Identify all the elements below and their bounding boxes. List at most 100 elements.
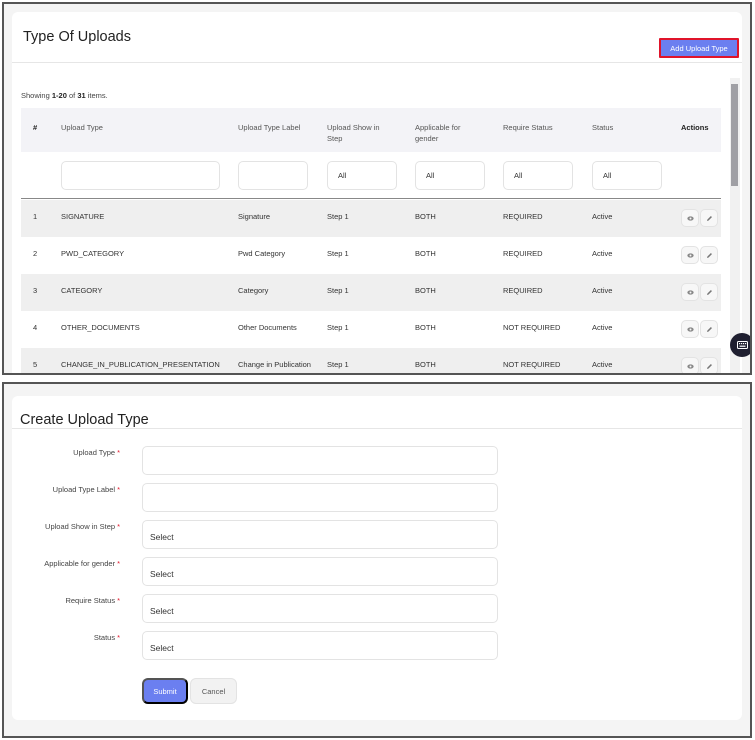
cell-label: Pwd Category bbox=[238, 249, 286, 258]
table-row: 5 CHANGE_IN_PUBLICATION_PRESENTATION Chang… bbox=[21, 348, 721, 373]
filter-upload-type-input[interactable] bbox=[61, 161, 220, 190]
label-text: Require Status bbox=[65, 596, 116, 605]
cell-step: Step 1 bbox=[327, 360, 349, 369]
edit-button[interactable] bbox=[700, 320, 718, 338]
edit-button[interactable] bbox=[700, 246, 718, 264]
page-title: Type Of Uploads bbox=[23, 29, 131, 45]
form-title: Create Upload Type bbox=[20, 412, 149, 428]
add-upload-type-button[interactable]: Add Upload Type bbox=[659, 38, 739, 58]
cell-step: Step 1 bbox=[327, 212, 349, 221]
required-marker: * bbox=[117, 596, 120, 605]
view-button[interactable] bbox=[681, 246, 699, 264]
summary-prefix: Showing bbox=[21, 91, 52, 100]
cell-upload-type: CHANGE_IN_PUBLICATION_PRESENTATION bbox=[61, 360, 220, 369]
upload-types-list-frame: Type Of Uploads Add Upload Type Showing … bbox=[2, 2, 752, 375]
view-button[interactable] bbox=[681, 357, 699, 373]
cell-num: 1 bbox=[33, 212, 38, 221]
column-header-number[interactable]: # bbox=[33, 122, 37, 133]
edit-button[interactable] bbox=[700, 283, 718, 301]
cell-label: Signature bbox=[238, 212, 271, 221]
required-marker: * bbox=[117, 633, 120, 642]
keyboard-shortcuts-button[interactable] bbox=[730, 333, 750, 357]
form-header-divider bbox=[12, 428, 742, 429]
cell-require: NOT REQUIRED bbox=[503, 360, 561, 369]
upload-type-label-label: Upload Type Label * bbox=[53, 485, 120, 494]
filter-upload-show-in-step-select[interactable]: All bbox=[327, 161, 397, 190]
cell-status: Active bbox=[592, 323, 613, 332]
table-row: 4 OTHER_DOCUMENTS Other Documents Step 1 BOT… bbox=[21, 311, 721, 348]
status-select[interactable]: Select bbox=[142, 631, 498, 660]
create-upload-type-card: Create Upload Type Upload Type * Upload T… bbox=[12, 396, 742, 720]
require-status-select[interactable]: Select bbox=[142, 594, 498, 623]
cell-status: Active bbox=[592, 249, 613, 258]
require-status-label: Require Status * bbox=[65, 596, 120, 605]
eye-icon bbox=[686, 252, 694, 258]
eye-icon bbox=[686, 289, 694, 295]
keyboard-icon bbox=[736, 341, 748, 349]
column-header-status[interactable]: Status bbox=[592, 122, 613, 133]
submit-button[interactable]: Submit bbox=[142, 678, 188, 704]
applicable-for-gender-select[interactable]: Select bbox=[142, 557, 498, 586]
cell-gender: BOTH bbox=[415, 212, 436, 221]
eye-icon bbox=[686, 363, 694, 369]
edit-button[interactable] bbox=[700, 357, 718, 373]
eye-icon bbox=[686, 215, 694, 221]
column-header-upload-type[interactable]: Upload Type bbox=[61, 122, 103, 133]
status-label: Status * bbox=[94, 633, 120, 642]
summary-suffix: items. bbox=[85, 91, 108, 100]
pencil-icon bbox=[706, 289, 712, 295]
pencil-icon bbox=[706, 252, 712, 258]
column-header-upload-show-in-step[interactable]: Upload Show in Step bbox=[327, 122, 387, 144]
table-row: 3 CATEGORY Category Step 1 BOTH REQUIRED Activ… bbox=[21, 274, 721, 311]
column-header-actions: Actions bbox=[681, 123, 709, 132]
table-row: 1 SIGNATURE Signature Step 1 BOTH REQUIRED Act… bbox=[21, 200, 721, 237]
filter-applicable-for-gender-select[interactable]: All bbox=[415, 161, 485, 190]
table-header: # Upload Type Upload Type Label Upload S… bbox=[21, 108, 721, 152]
cell-upload-type: OTHER_DOCUMENTS bbox=[61, 323, 140, 332]
required-marker: * bbox=[117, 448, 120, 457]
filter-upload-type-label-input[interactable] bbox=[238, 161, 308, 190]
cell-upload-type: SIGNATURE bbox=[61, 212, 105, 221]
cell-label: Category bbox=[238, 286, 269, 295]
edit-button[interactable] bbox=[700, 209, 718, 227]
view-button[interactable] bbox=[681, 283, 699, 301]
summary-middle: of bbox=[66, 91, 78, 100]
upload-type-label-input[interactable] bbox=[142, 483, 498, 512]
required-marker: * bbox=[117, 522, 120, 531]
upload-show-in-step-label: Upload Show in Step * bbox=[45, 522, 120, 531]
cancel-button[interactable]: Cancel bbox=[190, 678, 237, 704]
cell-require: REQUIRED bbox=[503, 286, 543, 295]
pencil-icon bbox=[706, 326, 712, 332]
label-text: Upload Show in Step bbox=[45, 522, 116, 531]
cell-require: REQUIRED bbox=[503, 212, 543, 221]
view-button[interactable] bbox=[681, 209, 699, 227]
view-button[interactable] bbox=[681, 320, 699, 338]
cell-gender: BOTH bbox=[415, 323, 436, 332]
upload-types-table: # Upload Type Upload Type Label Upload S… bbox=[21, 108, 721, 373]
column-header-require-status[interactable]: Require Status bbox=[503, 122, 553, 133]
cell-upload-type: CATEGORY bbox=[61, 286, 103, 295]
header-divider bbox=[12, 62, 742, 63]
pagination-summary: Showing 1-20 of 31 items. bbox=[21, 91, 108, 100]
cell-gender: BOTH bbox=[415, 286, 436, 295]
cell-num: 5 bbox=[33, 360, 38, 369]
upload-show-in-step-select[interactable]: Select bbox=[142, 520, 498, 549]
cell-status: Active bbox=[592, 360, 613, 369]
table-row: 2 PWD_CATEGORY Pwd Category Step 1 BOTH REQUI… bbox=[21, 237, 721, 274]
scrollbar-thumb[interactable] bbox=[731, 84, 738, 186]
table-scrollbar[interactable] bbox=[730, 78, 740, 373]
cell-step: Step 1 bbox=[327, 249, 349, 258]
cell-require: NOT REQUIRED bbox=[503, 323, 561, 332]
upload-type-input[interactable] bbox=[142, 446, 498, 475]
column-header-upload-type-label[interactable]: Upload Type Label bbox=[238, 122, 300, 133]
label-text: Upload Type Label bbox=[52, 485, 116, 494]
upload-types-card: Type Of Uploads Add Upload Type Showing … bbox=[12, 12, 742, 373]
filter-require-status-select[interactable]: All bbox=[503, 161, 573, 190]
column-header-applicable-for-gender[interactable]: Applicable for gender bbox=[415, 122, 475, 144]
summary-range: 1-20 bbox=[51, 91, 67, 100]
cell-upload-type: PWD_CATEGORY bbox=[61, 249, 125, 258]
cell-label: Other Documents bbox=[238, 323, 297, 332]
cell-gender: BOTH bbox=[415, 249, 436, 258]
cell-label: Change in Publication bbox=[238, 360, 311, 369]
filter-status-select[interactable]: All bbox=[592, 161, 662, 190]
